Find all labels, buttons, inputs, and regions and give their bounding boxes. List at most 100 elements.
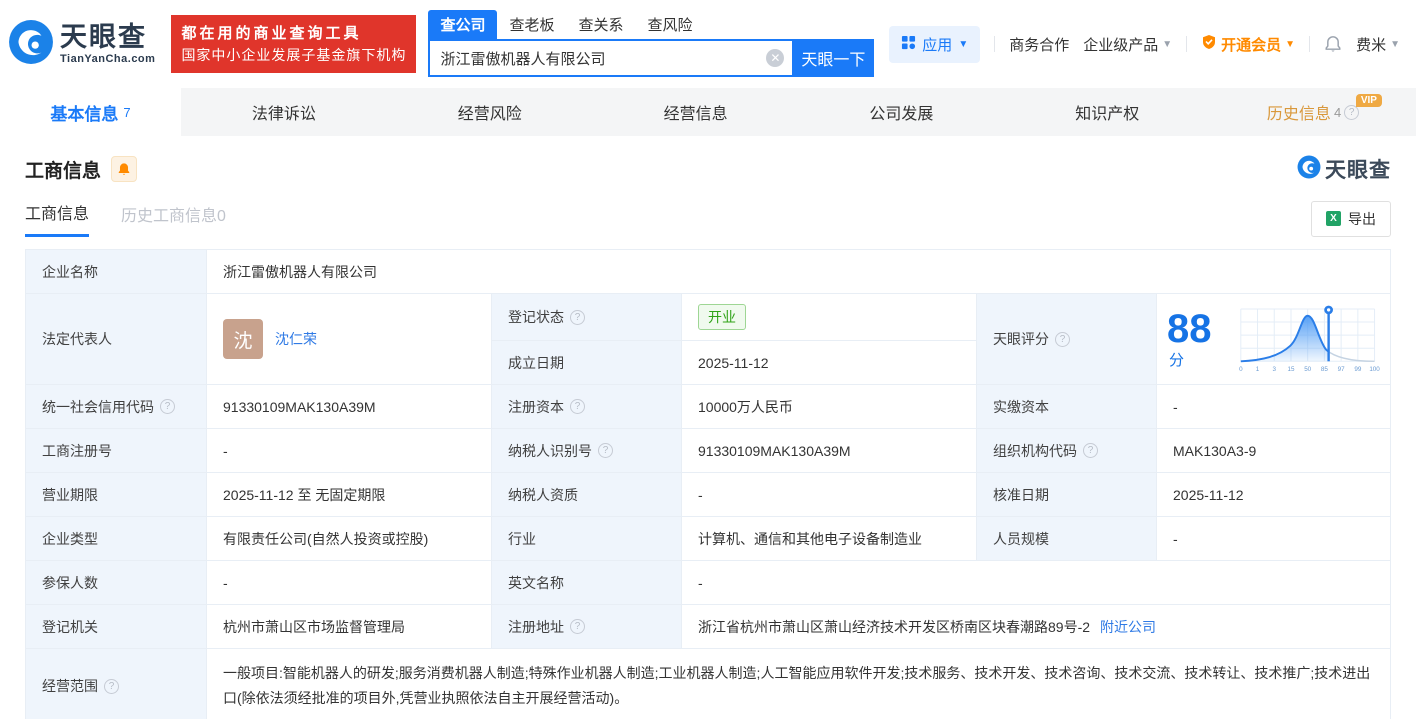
help-icon[interactable]: ?	[1055, 331, 1070, 347]
company-tab-bar: 基本信息 7 法律诉讼 经营风险 经营信息 公司发展 知识产权 VIP 历史信息…	[0, 88, 1416, 136]
reg-capital-label: 注册资本	[508, 398, 564, 415]
row-label-reg-authority: 登记机关	[26, 605, 207, 649]
tab-basic-label: 基本信息	[50, 104, 119, 124]
watermark-text: 天眼查	[1325, 159, 1391, 182]
row-label-company-name: 企业名称	[26, 250, 207, 294]
enterprise-product-label: 企业级产品	[1083, 36, 1159, 54]
row-label-legal-rep: 法定代表人	[26, 294, 207, 385]
business-term-value: 2025-11-12 至 无固定期限	[207, 473, 492, 517]
search-tabs: 查公司 查老板 查关系 查风险	[428, 10, 874, 39]
divider	[1309, 36, 1311, 52]
row-label-taxpayer-quality: 纳税人资质	[492, 473, 682, 517]
score-label: 天眼评分	[993, 331, 1049, 347]
business-cooperation-link[interactable]: 商务合作	[1009, 34, 1069, 55]
search-input[interactable]	[430, 49, 793, 67]
help-icon[interactable]: ?	[570, 309, 585, 325]
search-tab-relation[interactable]: 查关系	[566, 10, 635, 39]
tab-history-count: 4	[1333, 104, 1342, 120]
legal-rep-avatar[interactable]: 沈	[223, 319, 263, 359]
apps-menu[interactable]: 应用 ▼	[889, 25, 981, 63]
business-scope-value: 一般项目:智能机器人的研发;服务消费机器人制造;特殊作业机器人制造;工业机器人制…	[207, 649, 1391, 719]
help-icon[interactable]: ?	[598, 443, 613, 458]
help-icon[interactable]: ?	[570, 619, 585, 634]
subtab-business-info[interactable]: 工商信息	[25, 200, 90, 237]
help-icon[interactable]: ?	[570, 399, 585, 414]
company-type-value: 有限责任公司(自然人投资或控股)	[207, 517, 492, 561]
credit-code-value: 91330109MAK130A39M	[207, 385, 492, 429]
tianyancha-logo[interactable]: 天眼查 TianYanCha.com	[8, 19, 155, 70]
row-label-paid-capital: 实缴资本	[977, 385, 1157, 429]
open-vip-menu[interactable]: 开通会员 ▼	[1201, 34, 1295, 55]
open-vip-label: 开通会员	[1221, 36, 1282, 54]
vip-badge: VIP	[1355, 94, 1382, 107]
enterprise-product-menu[interactable]: 企业级产品 ▼	[1083, 34, 1172, 55]
chevron-down-icon: ▼	[1390, 38, 1400, 50]
svg-text:100: 100	[1369, 366, 1380, 373]
svg-text:85: 85	[1321, 366, 1328, 373]
row-label-score: 天眼评分 ?	[977, 294, 1157, 385]
reg-address-value: 浙江省杭州市萧山区萧山经济技术开发区桥南区块春潮路89号-2	[698, 618, 1091, 635]
svg-text:0: 0	[1239, 366, 1243, 373]
search-tab-risk[interactable]: 查风险	[635, 10, 704, 39]
vip-crown-icon	[1201, 34, 1217, 54]
username-label: 费米	[1356, 36, 1387, 54]
tab-history-info[interactable]: VIP 历史信息 4 ?	[1210, 88, 1416, 136]
svg-text:1: 1	[1255, 366, 1259, 373]
watermark-logo: 天眼查	[1297, 154, 1391, 184]
tab-operating-risk[interactable]: 经营风险	[387, 88, 593, 136]
tab-company-development[interactable]: 公司发展	[798, 88, 1004, 136]
section-header: 工商信息 天眼查	[0, 136, 1416, 184]
reg-capital-value: 10000万人民币	[682, 385, 977, 429]
reg-address-label: 注册地址	[508, 618, 564, 635]
export-button[interactable]: X 导出	[1311, 200, 1391, 237]
search-area: 查公司 查老板 查关系 查风险 ✕ 天眼一下	[428, 10, 875, 77]
establish-date-value: 2025-11-12	[682, 341, 977, 385]
score-unit: 分	[1169, 351, 1185, 369]
reg-status-cell: 开业	[682, 294, 977, 341]
nearby-companies-link[interactable]: 附近公司	[1100, 617, 1156, 637]
apps-grid-icon	[901, 35, 916, 54]
help-icon[interactable]: ?	[1083, 443, 1098, 458]
subtab-history-business-info[interactable]: 历史工商信息0	[121, 202, 226, 236]
row-label-staff-size: 人员规模	[977, 517, 1157, 561]
search-button[interactable]: 天眼一下	[792, 39, 875, 77]
chevron-down-icon: ▼	[1285, 38, 1296, 50]
help-icon[interactable]: ?	[160, 399, 175, 414]
score-distribution-chart: 0 1 3 15 50 85 97 99 100	[1239, 305, 1380, 373]
slogan-line1: 都在用的商业查询工具	[181, 24, 362, 42]
company-name-value: 浙江雷傲机器人有限公司	[207, 250, 1391, 294]
status-badge: 开业	[698, 304, 746, 330]
brand-name: 天眼查	[60, 21, 147, 52]
score-value: 88分	[1167, 309, 1227, 370]
chevron-down-icon: ▼	[1162, 38, 1173, 50]
tab-basic-info[interactable]: 基本信息 7	[0, 88, 181, 136]
legal-rep-link[interactable]: 沈仁荣	[275, 329, 317, 349]
search-tab-boss[interactable]: 查老板	[497, 10, 566, 39]
staff-size-value: -	[1157, 517, 1391, 561]
svg-text:50: 50	[1304, 366, 1311, 373]
help-icon[interactable]: ?	[104, 678, 119, 694]
chevron-down-icon: ▼	[958, 38, 969, 50]
taxpayer-id-value: 91330109MAK130A39M	[682, 429, 977, 473]
monitor-bell-icon[interactable]	[111, 156, 138, 182]
divider	[1186, 36, 1188, 52]
apps-label: 应用	[922, 36, 953, 54]
brand-domain: TianYanCha.com	[60, 52, 156, 65]
search-tab-company[interactable]: 查公司	[428, 10, 498, 39]
user-menu[interactable]: 费米 ▼	[1356, 34, 1400, 55]
business-scope-label: 经营范围	[42, 678, 98, 695]
tab-intellectual-property[interactable]: 知识产权	[1004, 88, 1210, 136]
taxpayer-quality-value: -	[682, 473, 977, 517]
row-label-credit-code: 统一社会信用代码 ?	[26, 385, 207, 429]
legal-rep-cell: 沈 沈仁荣	[207, 294, 492, 385]
notification-bell-icon[interactable]	[1324, 35, 1342, 53]
tab-operating-info[interactable]: 经营信息	[593, 88, 799, 136]
tab-legal-proceedings[interactable]: 法律诉讼	[181, 88, 387, 136]
score-number: 88	[1167, 306, 1212, 351]
row-label-company-type: 企业类型	[26, 517, 207, 561]
org-code-value: MAK130A3-9	[1157, 429, 1391, 473]
slogan-line2: 国家中小企业发展子基金旗下机构	[181, 46, 407, 63]
reg-number-value: -	[207, 429, 492, 473]
row-label-reg-address: 注册地址 ?	[492, 605, 682, 649]
business-info-table: 企业名称 浙江雷傲机器人有限公司 法定代表人 沈 沈仁荣 登记状态 ? 开业 天…	[25, 249, 1391, 719]
